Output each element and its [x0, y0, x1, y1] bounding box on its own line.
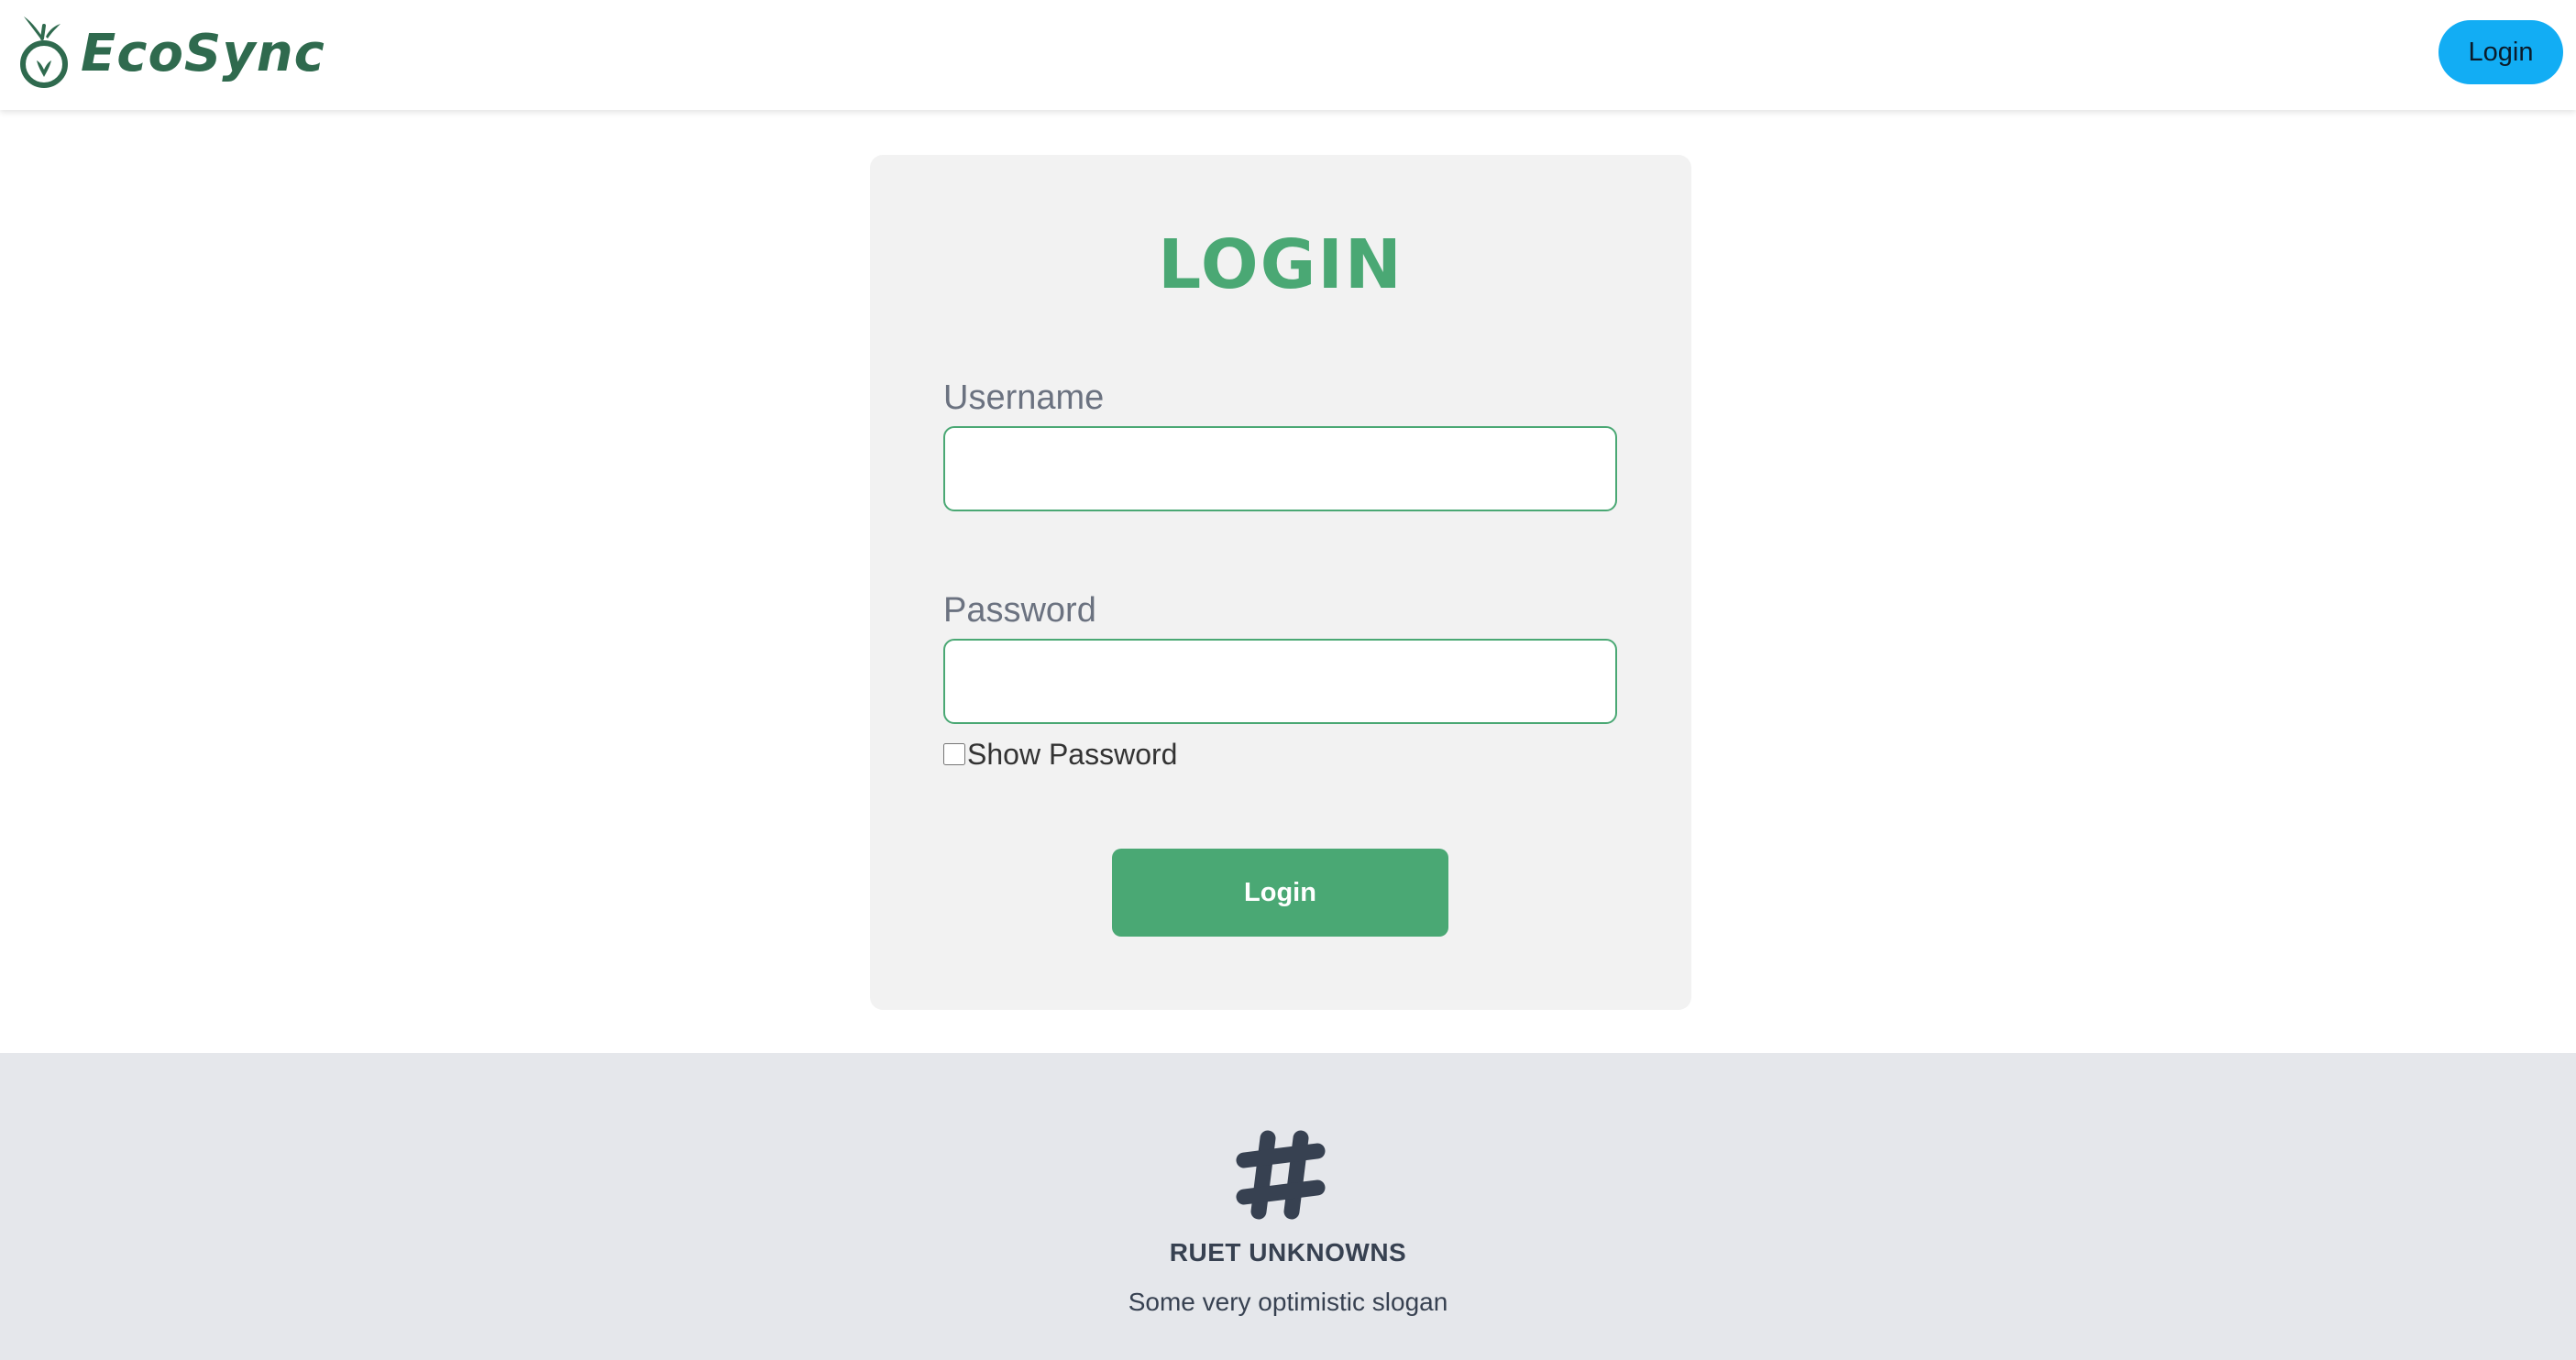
- header-login-button[interactable]: Login: [2438, 20, 2563, 84]
- slack-hash-icon: [1236, 1130, 1326, 1220]
- site-footer: RUET UNKNOWNS Some very optimistic sloga…: [0, 1053, 2576, 1360]
- footer-brand-name: RUET UNKNOWNS: [1169, 1238, 1407, 1267]
- login-card: LOGIN Username Password Show Password Lo…: [870, 155, 1691, 1010]
- brand-logo-link[interactable]: EcoSync: [18, 13, 325, 90]
- footer-slogan: Some very optimistic slogan: [1128, 1288, 1448, 1316]
- show-password-label: Show Password: [967, 738, 1178, 771]
- username-label: Username: [943, 378, 1105, 417]
- login-submit-button[interactable]: Login: [1112, 849, 1448, 937]
- show-password-toggle[interactable]: Show Password: [943, 740, 1177, 769]
- password-label: Password: [943, 591, 1096, 630]
- username-input[interactable]: [943, 426, 1617, 511]
- apple-leaf-icon: [20, 16, 68, 88]
- brand-name: EcoSync: [81, 24, 325, 83]
- password-input[interactable]: [943, 639, 1617, 724]
- top-nav-bar: EcoSync Login: [0, 0, 2576, 110]
- login-title: LOGIN: [1158, 225, 1404, 304]
- show-password-checkbox[interactable]: [943, 743, 965, 765]
